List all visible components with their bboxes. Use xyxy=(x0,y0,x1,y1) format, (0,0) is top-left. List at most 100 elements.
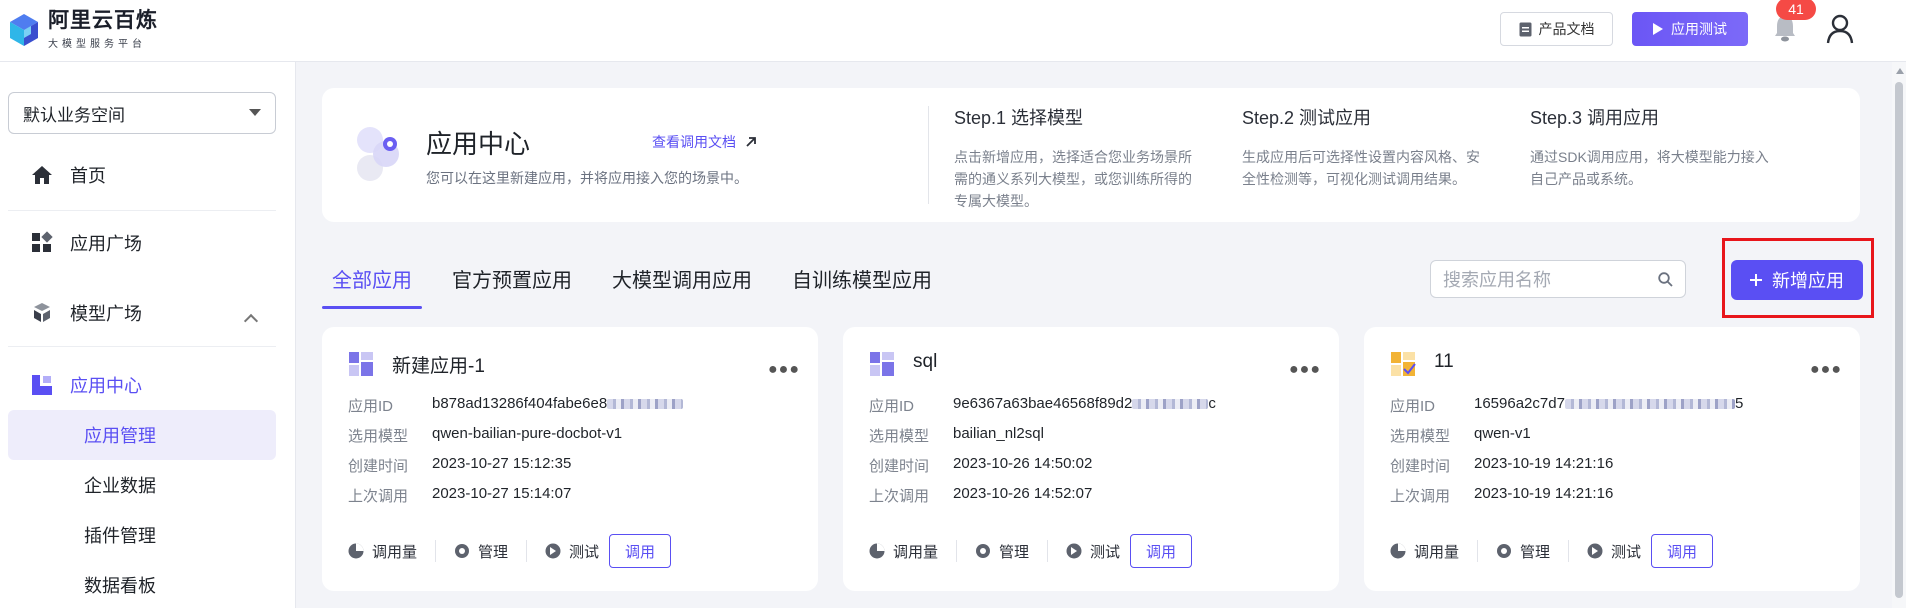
workspace-select[interactable]: 默认业务空间 xyxy=(8,92,276,134)
page-title: 应用中心 xyxy=(426,129,531,159)
step-title: Step.1 选择模型 xyxy=(954,108,1084,128)
card-actions: 调用量 管理 测试 调用 xyxy=(348,534,672,568)
highlight-box xyxy=(1722,238,1874,318)
call-button[interactable]: 调用 xyxy=(1651,534,1714,568)
step-title: Step.3 调用应用 xyxy=(1530,108,1660,128)
action-label: 管理 xyxy=(999,543,1030,561)
app-id-row: 应用ID 16596a2c7d7 5 xyxy=(1390,395,1743,416)
gear-icon xyxy=(976,544,991,558)
scroll-up-icon[interactable] xyxy=(1896,68,1904,74)
product-docs-button[interactable]: 产品文档 xyxy=(1500,12,1613,46)
app-center-icon xyxy=(32,375,52,395)
last-call-row: 上次调用 2023-10-27 15:14:07 xyxy=(348,485,571,506)
redacted-id-mask xyxy=(1564,399,1735,410)
view-call-docs-label: 查看调用文档 xyxy=(652,134,736,150)
top-bar: 阿里云百炼 大模型服务平台 产品文档 应用测试 41 xyxy=(0,0,1906,62)
step-1: Step.1 选择模型 点击新增应用，选择适合您业务场景所需的通义系列大模型，或… xyxy=(954,104,1194,212)
more-options-icon[interactable]: ●●● xyxy=(1289,361,1321,379)
product-docs-label: 产品文档 xyxy=(1538,21,1595,37)
sidebar-subitem-dashboard[interactable]: 数据看板 xyxy=(8,560,276,608)
app-id-visible: b878ad13286f404fabe6e8 xyxy=(432,395,608,412)
usage-action[interactable]: 调用量 xyxy=(348,540,437,562)
tab-llm-call[interactable]: 大模型调用应用 xyxy=(612,264,752,293)
step-body: 点击新增应用，选择适合您业务场景所需的通义系列大模型，或您训练所得的专属大模型。 xyxy=(954,149,1192,209)
field-value: 2023-10-27 15:12:35 xyxy=(432,455,572,472)
test-action[interactable]: 测试 xyxy=(1587,540,1641,562)
chevron-up-icon[interactable] xyxy=(243,313,259,329)
app-card[interactable]: 新建应用-1 ●●● 应用ID b878ad13286f404fabe6e8 选用… xyxy=(322,327,818,591)
sidebar-subitem-label: 企业数据 xyxy=(84,476,156,496)
app-id-row: 应用ID b878ad13286f404fabe6e8 xyxy=(348,395,684,416)
notification-badge: 41 xyxy=(1776,0,1816,20)
sidebar-subitem-label: 插件管理 xyxy=(84,526,156,546)
active-tab-indicator xyxy=(322,306,422,309)
action-label: 调用量 xyxy=(372,543,418,561)
test-icon xyxy=(545,543,561,559)
sidebar-subitem-enterprise-data[interactable]: 企业数据 xyxy=(8,460,276,510)
test-action[interactable]: 测试 xyxy=(545,540,599,562)
app-card[interactable]: sql ●●● 应用ID 9e6367a63bae46568f89d2 c 选用模型… xyxy=(843,327,1339,591)
manage-action[interactable]: 管理 xyxy=(1496,540,1570,562)
call-button[interactable]: 调用 xyxy=(1130,534,1193,568)
sidebar-item-app-plaza[interactable]: 应用广场 xyxy=(30,230,142,256)
scrollbar-thumb[interactable] xyxy=(1895,82,1903,598)
field-label: 上次调用 xyxy=(348,488,409,505)
field-label: 应用ID xyxy=(869,398,915,415)
test-action[interactable]: 测试 xyxy=(1066,540,1120,562)
step-3: Step.3 调用应用 通过SDK调用应用，将大模型能力接入自己产品或系统。 xyxy=(1530,104,1770,190)
app-center-banner: 应用中心 您可以在这里新建应用，并将应用接入您的场景中。 查看调用文档 Step… xyxy=(322,88,1860,222)
step-body: 通过SDK调用应用，将大模型能力接入自己产品或系统。 xyxy=(1530,149,1769,187)
call-button[interactable]: 调用 xyxy=(609,534,672,568)
field-value: 2023-10-26 14:52:07 xyxy=(953,485,1093,502)
field-label: 上次调用 xyxy=(869,488,930,505)
redacted-id-mask xyxy=(1132,399,1209,410)
sidebar-subitem-plugin-management[interactable]: 插件管理 xyxy=(8,510,276,560)
action-label: 调用量 xyxy=(1414,543,1460,561)
model-row: 选用模型 qwen-bailian-pure-docbot-v1 xyxy=(348,425,622,446)
action-label: 管理 xyxy=(1520,543,1551,561)
app-test-button[interactable]: 应用测试 xyxy=(1632,12,1748,46)
sidebar-subitem-app-management[interactable]: 应用管理 xyxy=(8,410,276,460)
manage-action[interactable]: 管理 xyxy=(454,540,528,562)
tab-self-trained[interactable]: 自训练模型应用 xyxy=(792,264,932,293)
sidebar-item-home[interactable]: 首页 xyxy=(30,162,106,188)
pie-chart-icon xyxy=(1390,543,1406,559)
sidebar-item-label: 模型广场 xyxy=(70,304,142,324)
gear-icon xyxy=(1497,544,1512,558)
pie-chart-icon xyxy=(869,543,885,559)
action-label: 测试 xyxy=(569,543,600,561)
test-icon xyxy=(1587,543,1603,559)
user-icon[interactable] xyxy=(1826,14,1854,44)
field-label: 选用模型 xyxy=(1390,428,1451,445)
field-label: 应用ID xyxy=(348,398,394,415)
sidebar-item-app-center[interactable]: 应用中心 xyxy=(30,372,142,398)
action-label: 测试 xyxy=(1090,543,1121,561)
app-tabs: 全部应用 官方预置应用 大模型调用应用 自训练模型应用 xyxy=(332,264,932,293)
action-label: 管理 xyxy=(478,543,509,561)
sidebar-item-model-plaza[interactable]: 模型广场 xyxy=(30,300,142,326)
manage-action[interactable]: 管理 xyxy=(975,540,1049,562)
field-label: 创建时间 xyxy=(869,458,930,475)
sidebar-item-label: 首页 xyxy=(70,166,106,186)
model-row: 选用模型 qwen-v1 xyxy=(1390,425,1531,446)
usage-action[interactable]: 调用量 xyxy=(1390,540,1479,562)
tab-all-apps[interactable]: 全部应用 xyxy=(332,264,412,293)
model-row: 选用模型 bailian_nl2sql xyxy=(869,425,1044,446)
app-icon xyxy=(1391,352,1416,376)
sidebar-subitem-label: 应用管理 xyxy=(84,426,156,446)
app-id-visible: 9e6367a63bae46568f89d2 xyxy=(953,395,1133,412)
search-icon xyxy=(1658,272,1673,287)
app-name: 11 xyxy=(1434,351,1454,372)
logo[interactable]: 阿里云百炼 大模型服务平台 xyxy=(6,10,158,50)
field-label: 创建时间 xyxy=(1390,458,1451,475)
search-input[interactable]: 搜索应用名称 xyxy=(1430,260,1686,298)
more-options-icon[interactable]: ●●● xyxy=(1810,361,1842,379)
document-icon xyxy=(1519,22,1531,36)
field-value: qwen-v1 xyxy=(1474,425,1531,442)
sidebar-item-label: 应用广场 xyxy=(70,234,142,254)
usage-action[interactable]: 调用量 xyxy=(869,540,958,562)
tab-official-preset[interactable]: 官方预置应用 xyxy=(452,264,572,293)
view-call-docs-link[interactable]: 查看调用文档 xyxy=(652,132,756,152)
app-card[interactable]: 11 ●●● 应用ID 16596a2c7d7 5 选用模型 qwen-v1 创建时间… xyxy=(1364,327,1860,591)
more-options-icon[interactable]: ●●● xyxy=(768,361,800,379)
